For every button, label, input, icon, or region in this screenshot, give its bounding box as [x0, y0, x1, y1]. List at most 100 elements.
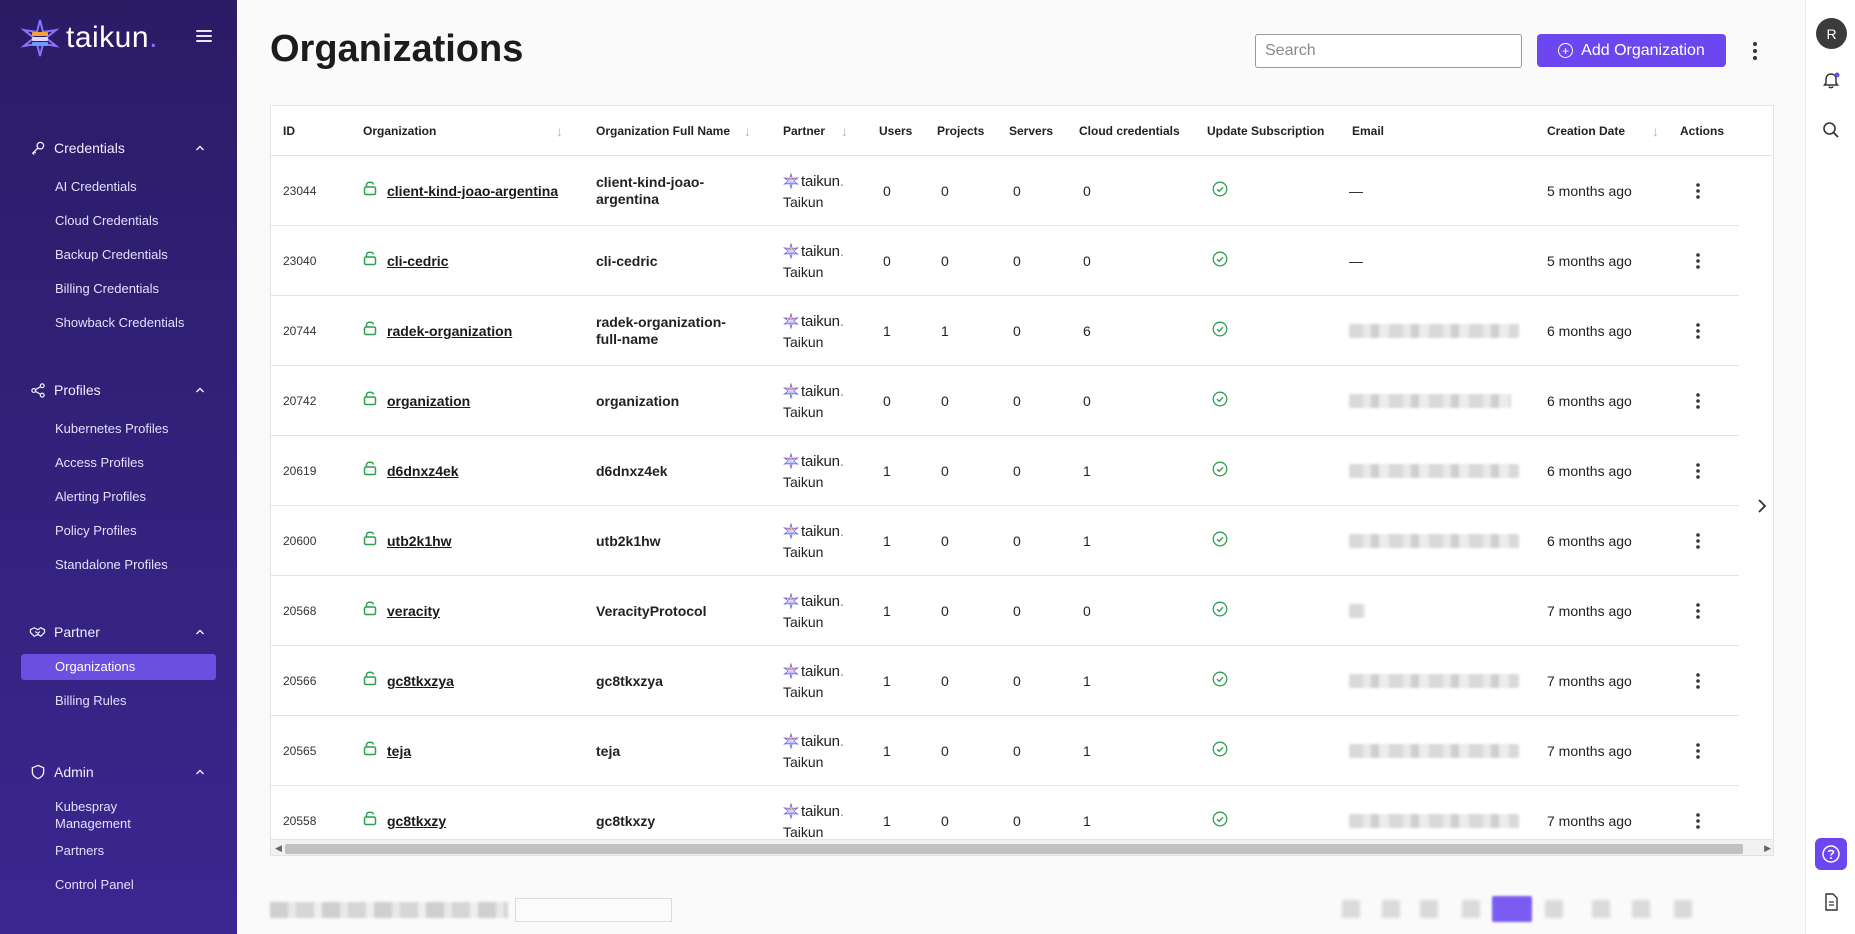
sidebar-item-cloud-credentials[interactable]: Cloud Credentials [0, 204, 237, 238]
sidebar-item-kubernetes-profiles[interactable]: Kubernetes Profiles [0, 412, 237, 446]
question-circle-icon [1822, 845, 1840, 863]
column-header-partner[interactable]: Partner [783, 106, 825, 156]
table-row[interactable]: 20744 radek-organization radek-organizatio… [271, 296, 1739, 366]
row-actions-icon[interactable] [1694, 602, 1702, 620]
page-button[interactable] [1342, 900, 1360, 918]
organization-link[interactable]: gc8tkxzy [387, 813, 446, 829]
horizontal-scrollbar[interactable]: ◀ ▶ [271, 839, 1773, 855]
sort-arrow-icon[interactable]: ↓ [744, 106, 751, 156]
organization-link[interactable]: cli-cedric [387, 253, 448, 269]
sort-arrow-icon[interactable]: ↓ [841, 106, 848, 156]
page-button[interactable] [1420, 900, 1438, 918]
row-actions-icon[interactable] [1694, 532, 1702, 550]
row-actions-icon[interactable] [1694, 392, 1702, 410]
row-actions-icon[interactable] [1694, 322, 1702, 340]
row-actions-icon[interactable] [1694, 742, 1702, 760]
nav-group-header-credentials[interactable]: Credentials [0, 136, 237, 160]
help-button[interactable] [1815, 838, 1847, 870]
table-row[interactable]: 20619 d6dnxz4ek d6dnxz4ek taikun. Taikun 1 0 0 1… [271, 436, 1739, 506]
sort-arrow-icon[interactable]: ↓ [1652, 106, 1659, 156]
sidebar-item-control-panel[interactable]: Control Panel [0, 868, 237, 902]
chevron-up-icon[interactable] [195, 385, 205, 395]
column-header-creation-date[interactable]: Creation Date [1547, 106, 1625, 156]
organization-link[interactable]: client-kind-joao-argentina [387, 183, 558, 199]
sidebar-item-backup-credentials[interactable]: Backup Credentials [0, 238, 237, 272]
organization-link[interactable]: d6dnxz4ek [387, 463, 459, 479]
nav-group-header-admin[interactable]: Admin [0, 760, 237, 784]
chevron-up-icon[interactable] [195, 767, 205, 777]
organization-link[interactable]: teja [387, 743, 411, 759]
add-organization-button[interactable]: + Add Organization [1537, 34, 1726, 67]
column-header-actions[interactable]: Actions [1680, 106, 1724, 156]
row-actions-icon[interactable] [1694, 182, 1702, 200]
notification-bell-icon[interactable] [1821, 71, 1841, 91]
table-row[interactable]: 20600 utb2k1hw utb2k1hw taikun. Taikun 1 0 0 1 6 … [271, 506, 1739, 576]
id-cell: 20619 [283, 436, 316, 506]
row-actions-icon[interactable] [1694, 812, 1702, 830]
column-header-organization[interactable]: Organization [363, 106, 436, 156]
sidebar-item-alerting-profiles[interactable]: Alerting Profiles [0, 480, 237, 514]
organization-link[interactable]: radek-organization [387, 323, 512, 339]
table-row[interactable]: 20566 gc8tkxzya gc8tkxzya taikun. Taikun 1 0 0 1… [271, 646, 1739, 716]
chevron-up-icon[interactable] [195, 143, 205, 153]
menu-toggle-icon[interactable] [196, 30, 212, 42]
partner-logo: taikun. [783, 312, 844, 330]
pagination[interactable] [1342, 894, 1762, 924]
search-input[interactable] [1255, 34, 1522, 68]
avatar[interactable]: R [1816, 18, 1847, 49]
scroll-right-icon[interactable]: ▶ [1764, 843, 1771, 854]
search-icon[interactable] [1821, 120, 1841, 140]
page-size-select[interactable] [515, 898, 672, 922]
sidebar-item-access-profiles[interactable]: Access Profiles [0, 446, 237, 480]
organization-link[interactable]: organization [387, 393, 470, 409]
column-header-users[interactable]: Users [879, 106, 912, 156]
row-actions-icon[interactable] [1694, 252, 1702, 270]
table-row[interactable]: 23044 client-kind-joao-argentina client-ki… [271, 156, 1739, 226]
sidebar-item-ai-credentials[interactable]: AI Credentials [0, 170, 237, 204]
organization-link[interactable]: utb2k1hw [387, 533, 452, 549]
sidebar-item-billing-credentials[interactable]: Billing Credentials [0, 272, 237, 306]
nav-group-header-partner[interactable]: Partner [0, 620, 237, 644]
org-full-name-line: utb2k1hw [596, 532, 661, 549]
table-row[interactable]: 20742 organization organization taikun. Taik… [271, 366, 1739, 436]
document-icon[interactable] [1821, 892, 1841, 912]
table-row[interactable]: 20568 veracity VeracityProtocol taikun. Taik… [271, 576, 1739, 646]
column-header-projects[interactable]: Projects [937, 106, 984, 156]
chevron-up-icon[interactable] [195, 627, 205, 637]
sidebar-item-standalone-profiles[interactable]: Standalone Profiles [0, 548, 237, 582]
row-actions-icon[interactable] [1694, 672, 1702, 690]
page-button[interactable] [1545, 900, 1563, 918]
scrollbar-thumb[interactable] [285, 844, 1743, 854]
sidebar-item-showback-credentials[interactable]: Showback Credentials [0, 306, 237, 340]
logo[interactable]: taikun. [20, 18, 158, 58]
row-actions-icon[interactable] [1694, 462, 1702, 480]
column-header-id[interactable]: ID [283, 106, 295, 156]
sidebar-item-kubespray-management[interactable]: Kubespray Management [0, 794, 150, 834]
table-row[interactable]: 23040 cli-cedric cli-cedric taikun. Taikun 0 0… [271, 226, 1739, 296]
column-header-servers[interactable]: Servers [1009, 106, 1053, 156]
page-button[interactable] [1462, 900, 1480, 918]
page-button[interactable] [1382, 900, 1400, 918]
page-button[interactable] [1592, 900, 1610, 918]
page-button[interactable] [1674, 900, 1692, 918]
sidebar-item-organizations[interactable]: Organizations [21, 654, 216, 680]
column-header-organization-full-name[interactable]: Organization Full Name [596, 106, 730, 156]
table-row[interactable]: 20565 teja teja taikun. Taikun 1 0 0 1 7 months a… [271, 716, 1739, 786]
organization-link[interactable]: gc8tkxzya [387, 673, 454, 689]
sidebar-item-policy-profiles[interactable]: Policy Profiles [0, 514, 237, 548]
column-header-cloud-credentials[interactable]: Cloud credentials [1079, 106, 1180, 156]
scroll-left-icon[interactable]: ◀ [275, 843, 282, 854]
sidebar-item-partners[interactable]: Partners [0, 834, 237, 868]
more-options-icon[interactable] [1750, 40, 1760, 62]
nav-group-header-profiles[interactable]: Profiles [0, 378, 237, 402]
chevron-right-icon[interactable] [1751, 494, 1773, 518]
sidebar-item-billing-rules[interactable]: Billing Rules [0, 684, 237, 718]
page-button[interactable] [1632, 900, 1650, 918]
page-button-active[interactable] [1492, 896, 1532, 922]
partner-name: Taikun [783, 684, 824, 700]
sort-arrow-icon[interactable]: ↓ [556, 106, 563, 156]
organization-cell: d6dnxz4ek [363, 436, 459, 506]
column-header-email[interactable]: Email [1352, 106, 1384, 156]
column-header-update-subscription[interactable]: Update Subscription [1207, 106, 1324, 156]
organization-link[interactable]: veracity [387, 603, 440, 619]
